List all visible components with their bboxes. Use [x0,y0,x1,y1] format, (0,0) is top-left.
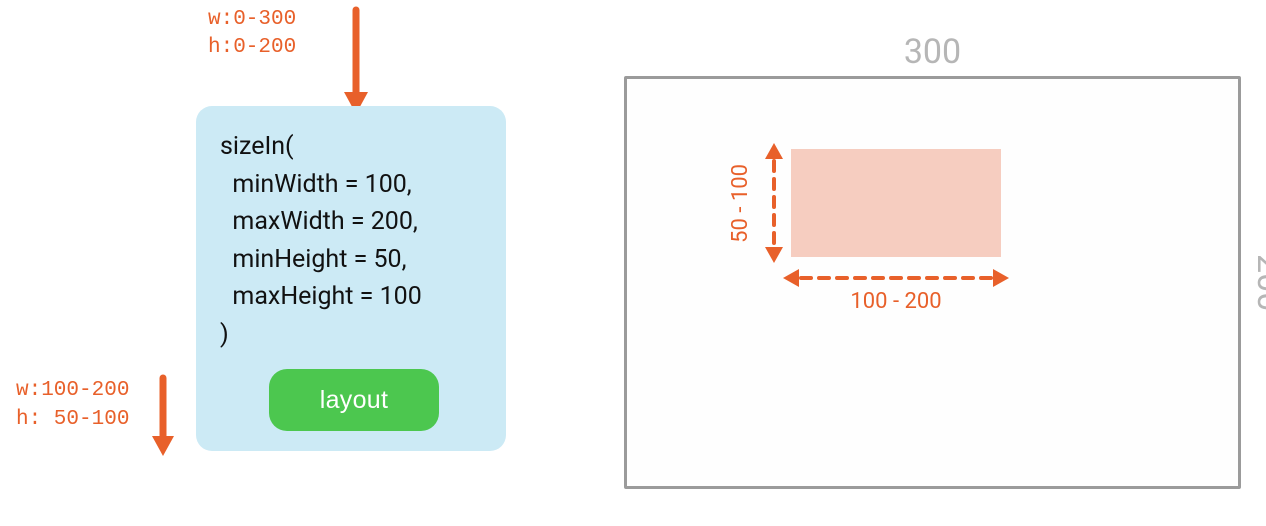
outgoing-constraints-label: w:100-200 h: 50-100 [16,376,129,435]
arrow-down-icon [340,6,372,114]
width-range-label: 100 - 200 [783,289,1009,314]
parent-frame: 50 - 100 100 - 200 [624,76,1241,489]
arrow-down-icon [148,374,178,456]
incoming-constraints-label: w:0-300 h:0-200 [208,6,296,63]
height-range-label: 50 - 100 [725,143,755,263]
layout-button[interactable]: layout [269,369,439,431]
modifier-code: sizeIn( minWidth = 100, maxWidth = 200, … [220,128,488,353]
modifier-card: sizeIn( minWidth = 100, maxWidth = 200, … [196,106,506,451]
diagram-root: w:0-300 h:0-200 sizeIn( minWidth = 100, … [0,0,1266,526]
width-arrow-icon [783,265,1009,291]
parent-width-label: 300 [624,32,1241,72]
height-arrow-icon [761,143,787,263]
parent-height-label: 200 [1244,76,1266,489]
result-rect [791,149,1001,257]
